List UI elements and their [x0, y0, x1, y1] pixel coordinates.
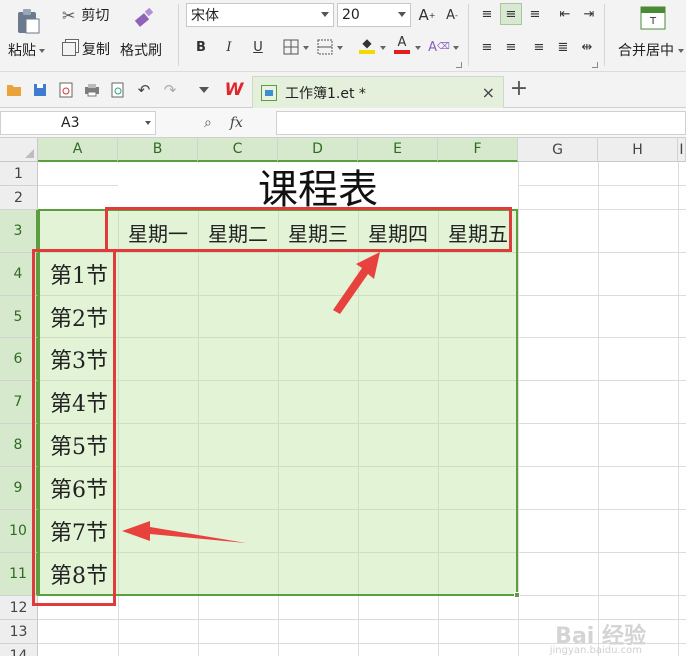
chevron-down-icon [398, 12, 406, 17]
chevron-down-icon[interactable] [303, 46, 309, 50]
cut-label: 剪切 [81, 8, 110, 24]
increase-font-size-button[interactable]: A + [416, 4, 438, 26]
more-commands-icon[interactable] [194, 80, 214, 100]
distribute-icon[interactable]: ⇹ [576, 36, 598, 58]
chevron-down-icon[interactable] [337, 46, 343, 50]
scissors-icon: ✂ [62, 5, 76, 25]
cell-reference: A3 [61, 115, 80, 131]
copy-label: 复制 [82, 42, 110, 58]
annotation-arrows [122, 252, 380, 543]
borders-icon[interactable] [280, 36, 302, 58]
undo-icon[interactable]: ↶ [134, 80, 154, 100]
justify-icon[interactable]: ≣ [552, 36, 574, 58]
paste-button[interactable]: 粘贴 [8, 40, 45, 60]
copy-icon [62, 42, 76, 56]
redo-icon[interactable]: ↷ [160, 80, 180, 100]
chevron-down-icon[interactable] [453, 46, 459, 50]
align-center-icon[interactable]: ≡ [500, 36, 522, 58]
fill-color-icon[interactable]: ◆ [356, 34, 378, 56]
align-bottom-icon[interactable]: ≡ [524, 3, 546, 25]
spreadsheet-file-icon [261, 84, 277, 101]
paste-icon[interactable] [14, 6, 42, 36]
export-pdf-icon[interactable] [56, 80, 76, 100]
align-right-icon[interactable]: ≡ [528, 36, 550, 58]
copy-button[interactable]: 复制 [62, 38, 110, 60]
font-size-value: 20 [342, 7, 360, 23]
decrease-indent-icon[interactable]: ⇤ [554, 3, 576, 25]
bold-button[interactable]: B [190, 36, 212, 58]
align-top-icon[interactable]: ≡ [476, 3, 498, 25]
font-size-select[interactable]: 20 [337, 3, 411, 27]
clear-format-icon[interactable]: A ⌫ [428, 36, 450, 58]
merge-center-icon[interactable]: T [638, 4, 668, 32]
open-folder-icon[interactable] [4, 80, 24, 100]
formula-tools: ⌕ fx [196, 111, 276, 135]
chevron-down-icon [321, 12, 329, 17]
save-icon[interactable] [30, 80, 50, 100]
font-name-value: 宋体 [191, 8, 219, 24]
ribbon-separator [178, 4, 179, 66]
document-title: 工作簿1.et * [285, 85, 366, 102]
cut-button[interactable]: ✂ 剪切 [62, 4, 109, 26]
name-box[interactable]: A3 [0, 111, 156, 135]
watermark-url: jingyan.baidu.com [549, 645, 642, 656]
decrease-font-size-button[interactable]: A- [441, 4, 463, 26]
formula-input[interactable] [276, 111, 686, 135]
arrow-left-icon [122, 521, 246, 543]
increase-indent-icon[interactable]: ⇥ [578, 3, 600, 25]
merge-center-label: 合并居中 [618, 43, 674, 59]
ribbon-separator [468, 4, 469, 66]
italic-button[interactable]: I [218, 36, 240, 58]
tab-bar: ↶ ↷ W 工作簿1.et * × + [0, 72, 686, 108]
formula-bar: A3 ⌕ fx [0, 108, 686, 138]
merge-center-button[interactable]: 合并居中 [618, 40, 684, 60]
print-preview-icon[interactable] [108, 80, 128, 100]
font-dialog-launcher-icon[interactable] [456, 62, 462, 68]
zoom-search-icon[interactable]: ⌕ [204, 115, 212, 131]
ribbon: 粘贴 ✂ 剪切 复制 格式刷 宋体 20 A + A- B I U ◆ A A … [0, 0, 686, 72]
close-tab-icon[interactable]: × [482, 83, 495, 102]
chevron-down-icon[interactable] [380, 46, 386, 50]
underline-button[interactable]: U [247, 36, 269, 58]
print-icon[interactable] [82, 80, 102, 100]
fill-pattern-icon[interactable] [314, 36, 336, 58]
chevron-down-icon[interactable] [145, 121, 151, 125]
arrow-up-right-icon [333, 252, 380, 314]
chevron-down-icon[interactable] [415, 46, 421, 50]
font-color-icon[interactable]: A [391, 34, 413, 56]
align-left-icon[interactable]: ≡ [476, 36, 498, 58]
svg-text:T: T [649, 16, 657, 27]
font-name-select[interactable]: 宋体 [186, 3, 334, 27]
align-middle-icon[interactable]: ≡ [500, 3, 522, 25]
new-tab-button[interactable]: + [508, 76, 530, 101]
tab-document[interactable]: 工作簿1.et * × [252, 76, 504, 108]
chevron-down-icon [678, 49, 684, 53]
paste-label: 粘贴 [8, 43, 36, 59]
format-painter-icon[interactable] [130, 4, 158, 32]
fx-icon[interactable]: fx [230, 115, 243, 131]
ribbon-separator [604, 4, 605, 66]
wps-logo-icon[interactable]: W [224, 80, 244, 100]
format-painter-button[interactable]: 格式刷 [120, 40, 162, 60]
spreadsheet-grid[interactable]: A B C D E F G H I 1 2 3 4 5 6 7 8 9 10 1… [0, 138, 686, 656]
chevron-down-icon [39, 49, 45, 53]
alignment-dialog-launcher-icon[interactable] [592, 62, 598, 68]
